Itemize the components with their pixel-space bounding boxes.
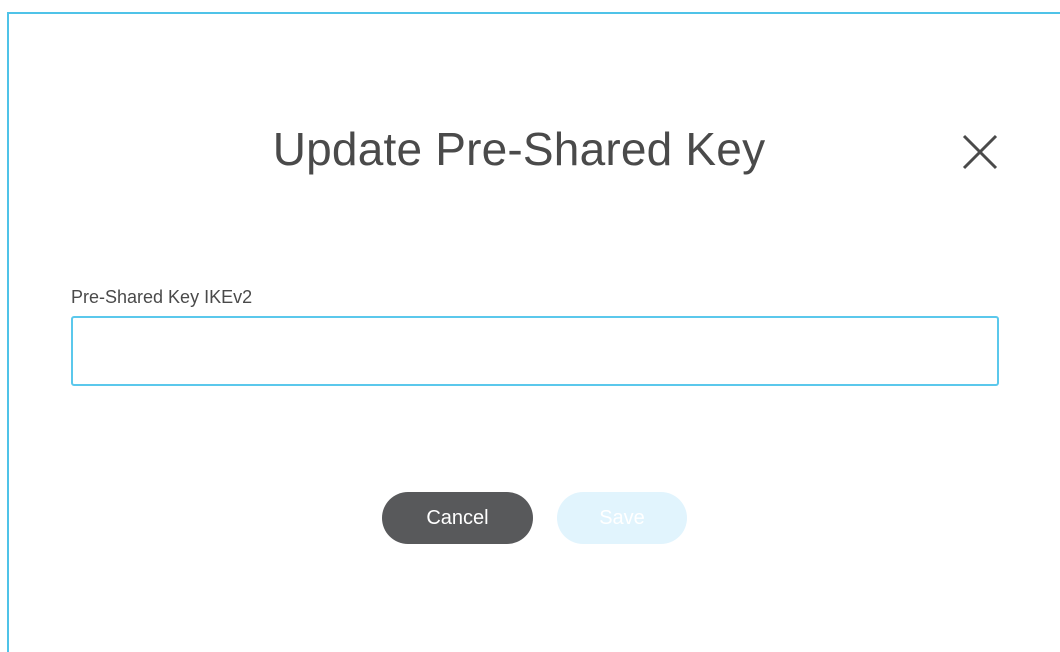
psk-field-label: Pre-Shared Key IKEv2 (71, 287, 253, 307)
dialog-title: Update Pre-Shared Key (272, 123, 766, 175)
save-button[interactable]: Save (557, 492, 687, 544)
cancel-button[interactable]: Cancel (382, 492, 533, 544)
psk-input[interactable] (71, 316, 999, 386)
close-button[interactable] (956, 128, 1004, 176)
update-psk-dialog: Update Pre-Shared Key Pre-Shared Key IKE… (7, 12, 1060, 652)
close-icon (962, 134, 998, 170)
